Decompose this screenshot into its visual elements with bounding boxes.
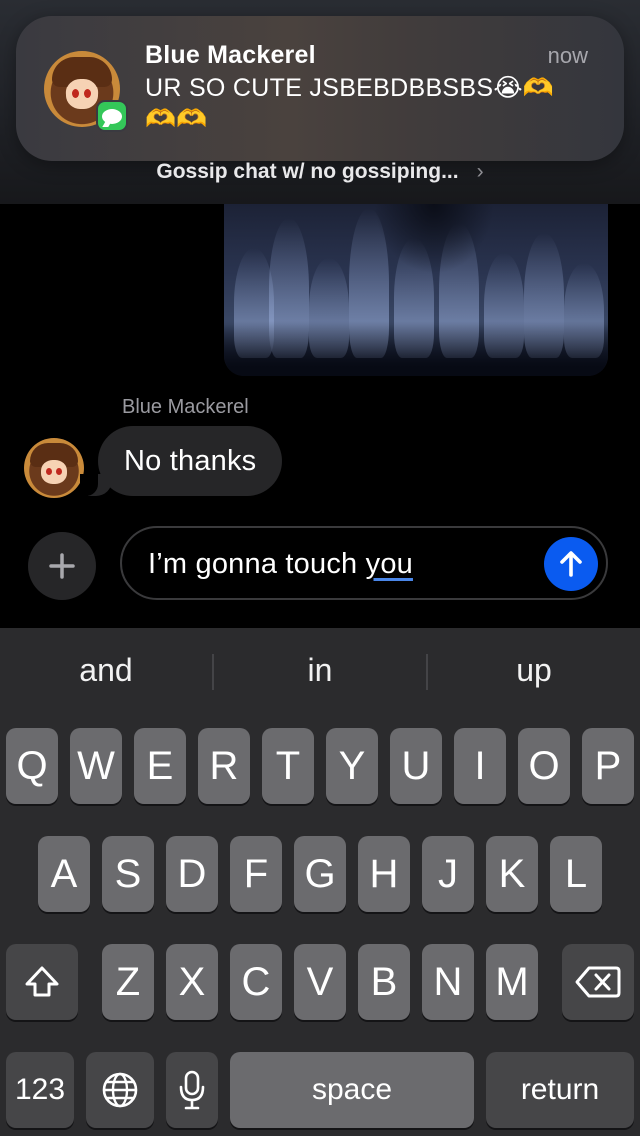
group-chat-link[interactable]: Gossip chat w/ no gossiping... › xyxy=(0,160,640,184)
key-n[interactable]: N xyxy=(422,944,474,1020)
arrow-up-icon xyxy=(560,551,582,577)
key-j[interactable]: J xyxy=(422,836,474,912)
numbers-key[interactable]: 123 xyxy=(6,1052,74,1128)
suggestion-3[interactable]: up xyxy=(428,652,640,689)
notification-time: now xyxy=(547,43,588,68)
message-input-text: I’m gonna touch you xyxy=(148,548,413,580)
key-k[interactable]: K xyxy=(486,836,538,912)
key-x[interactable]: X xyxy=(166,944,218,1020)
microphone-icon xyxy=(179,1070,205,1110)
group-chat-name: Gossip chat w/ no gossiping... xyxy=(156,160,459,183)
globe-key[interactable] xyxy=(86,1052,154,1128)
notification-message: UR SO CUTE JSBEBDBBSBS😭🫶🫶🫶 xyxy=(145,74,555,133)
messages-icon xyxy=(96,100,128,132)
key-s[interactable]: S xyxy=(102,836,154,912)
dictation-key[interactable] xyxy=(166,1052,218,1128)
notification-sender: Blue Mackerel xyxy=(145,41,316,69)
message-sender-name: Blue Mackerel xyxy=(122,396,249,418)
delete-key[interactable] xyxy=(562,944,634,1020)
key-g[interactable]: G xyxy=(294,836,346,912)
notification-area: Blue Mackerel now UR SO CUTE JSBEBDBBSBS… xyxy=(0,0,640,204)
chevron-right-icon: › xyxy=(476,160,484,183)
plus-icon xyxy=(49,553,75,579)
suggestion-2[interactable]: in xyxy=(214,652,426,689)
key-v[interactable]: V xyxy=(294,944,346,1020)
photo-message[interactable] xyxy=(224,204,608,376)
sender-avatar[interactable] xyxy=(24,438,84,498)
keyboard: and in up Q W E R T Y U I O P A S D F G … xyxy=(0,628,640,1136)
key-y[interactable]: Y xyxy=(326,728,378,804)
notification-banner[interactable]: Blue Mackerel now UR SO CUTE JSBEBDBBSBS… xyxy=(16,16,624,161)
key-m[interactable]: M xyxy=(486,944,538,1020)
key-o[interactable]: O xyxy=(518,728,570,804)
key-h[interactable]: H xyxy=(358,836,410,912)
shift-key[interactable] xyxy=(6,944,78,1020)
key-r[interactable]: R xyxy=(198,728,250,804)
key-p[interactable]: P xyxy=(582,728,634,804)
key-t[interactable]: T xyxy=(262,728,314,804)
suggestion-1[interactable]: and xyxy=(0,652,212,689)
incoming-message-text: No thanks xyxy=(124,444,257,477)
key-c[interactable]: C xyxy=(230,944,282,1020)
key-f[interactable]: F xyxy=(230,836,282,912)
key-i[interactable]: I xyxy=(454,728,506,804)
key-u[interactable]: U xyxy=(390,728,442,804)
key-z[interactable]: Z xyxy=(102,944,154,1020)
predictive-bar: and in up xyxy=(0,628,640,716)
send-button[interactable] xyxy=(544,537,598,591)
space-key[interactable]: space xyxy=(230,1052,474,1128)
return-key[interactable]: return xyxy=(486,1052,634,1128)
globe-icon xyxy=(102,1072,138,1108)
key-e[interactable]: E xyxy=(134,728,186,804)
key-q[interactable]: Q xyxy=(6,728,58,804)
plus-button[interactable] xyxy=(28,532,96,600)
message-input[interactable]: I’m gonna touch you xyxy=(120,526,608,600)
key-d[interactable]: D xyxy=(166,836,218,912)
key-b[interactable]: B xyxy=(358,944,410,1020)
autocorrect-word: you xyxy=(365,548,413,580)
incoming-message-bubble[interactable]: No thanks xyxy=(79,426,283,496)
key-a[interactable]: A xyxy=(38,836,90,912)
key-w[interactable]: W xyxy=(70,728,122,804)
shift-icon xyxy=(25,966,59,997)
delete-icon xyxy=(575,966,621,998)
key-l[interactable]: L xyxy=(550,836,602,912)
